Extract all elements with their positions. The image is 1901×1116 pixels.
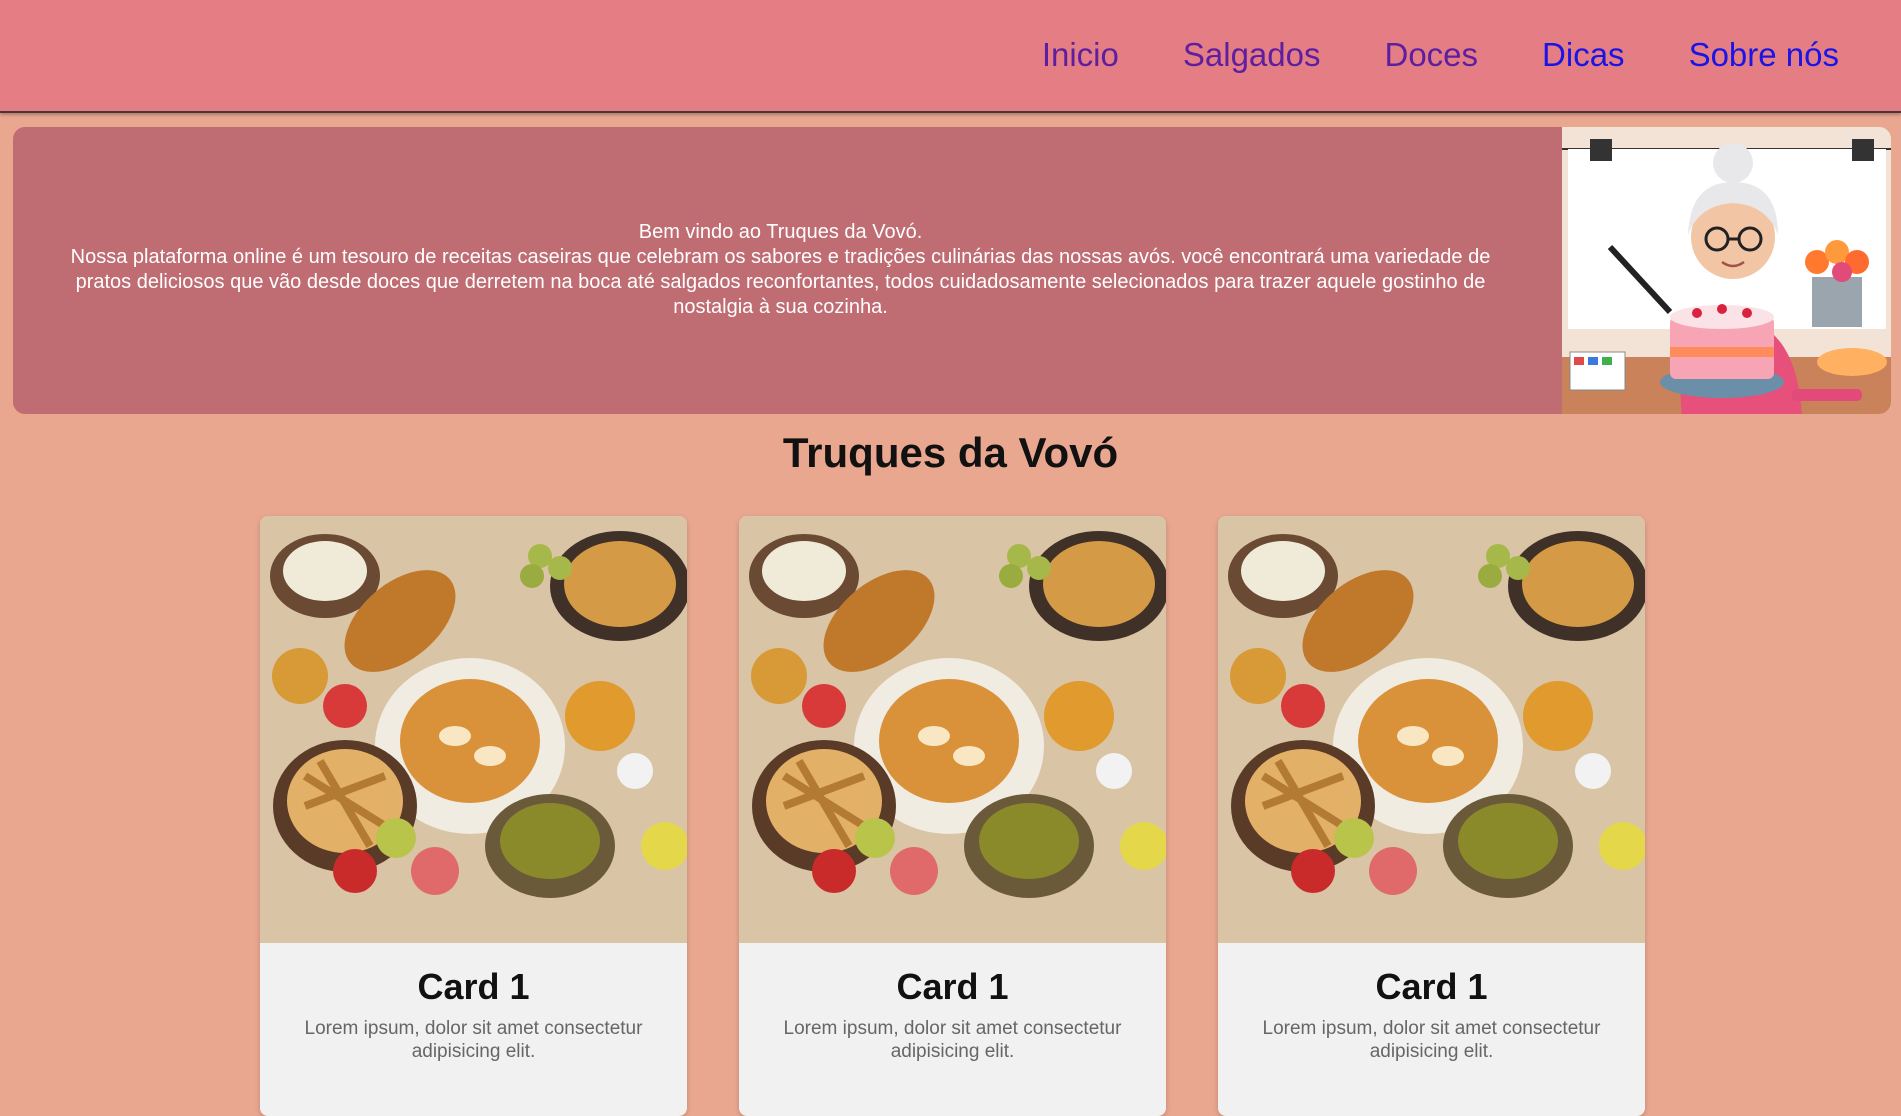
food-spread-image <box>739 516 1166 943</box>
top-navbar: Inicio Salgados Doces Dicas Sobre nós <box>0 0 1901 113</box>
card-text: Lorem ipsum, dolor sit amet consectetur … <box>304 1018 643 1062</box>
card-body: Card 1 Lorem ipsum, dolor sit amet conse… <box>260 943 687 1063</box>
cards-row: Card 1 Lorem ipsum, dolor sit amet conse… <box>260 516 1645 1116</box>
recipe-card[interactable]: Card 1 Lorem ipsum, dolor sit amet conse… <box>739 516 1166 1116</box>
card-title: Card 1 <box>1375 966 1488 1007</box>
card-title: Card 1 <box>417 966 530 1007</box>
hero-text: Bem vindo ao Truques da Vovó. Nossa plat… <box>53 220 1508 320</box>
card-body: Card 1 Lorem ipsum, dolor sit amet conse… <box>739 943 1166 1063</box>
hero-welcome: Bem vindo ao Truques da Vovó. <box>638 221 923 243</box>
recipe-card[interactable]: Card 1 Lorem ipsum, dolor sit amet conse… <box>1218 516 1645 1116</box>
hero-banner: Bem vindo ao Truques da Vovó. Nossa plat… <box>13 127 1891 414</box>
card-text: Lorem ipsum, dolor sit amet consectetur … <box>783 1018 1122 1062</box>
card-text: Lorem ipsum, dolor sit amet consectetur … <box>1262 1018 1601 1062</box>
food-spread-image <box>1218 516 1645 943</box>
hero-description: Nossa plataforma online é um tesouro de … <box>70 246 1491 318</box>
nav-link-salgados[interactable]: Salgados <box>1183 34 1321 76</box>
site-title: Truques da Vovó <box>782 429 1119 476</box>
card-title: Card 1 <box>896 966 1009 1007</box>
food-spread-image <box>260 516 687 943</box>
main-nav: Inicio Salgados Doces Dicas Sobre nós <box>978 34 1839 76</box>
nav-link-inicio[interactable]: Inicio <box>1042 34 1119 76</box>
recipe-card[interactable]: Card 1 Lorem ipsum, dolor sit amet conse… <box>260 516 687 1116</box>
nav-link-doces[interactable]: Doces <box>1384 34 1478 76</box>
nav-link-dicas[interactable]: Dicas <box>1542 34 1625 76</box>
grandma-baking-illustration <box>1562 127 1891 414</box>
card-body: Card 1 Lorem ipsum, dolor sit amet conse… <box>1218 943 1645 1063</box>
nav-link-sobre-nos[interactable]: Sobre nós <box>1689 34 1839 76</box>
